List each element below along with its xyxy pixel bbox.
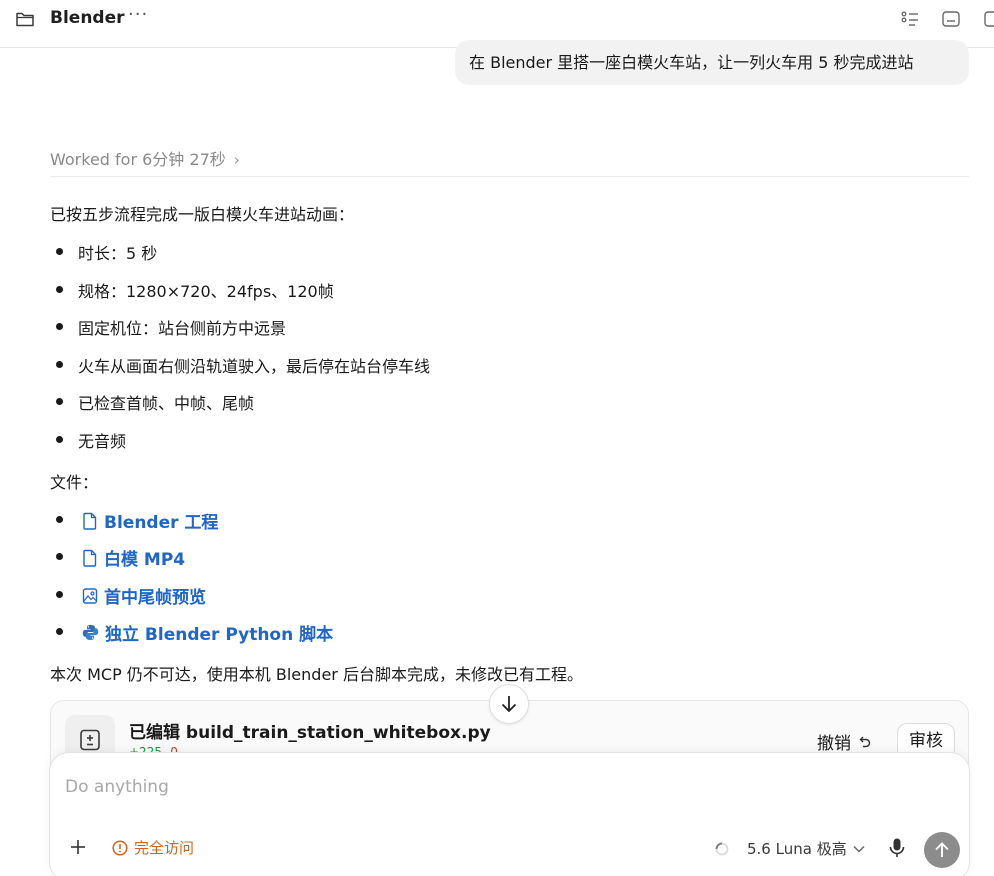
more-options-icon[interactable]: ···	[128, 4, 148, 25]
undo-button[interactable]: 撤销	[817, 729, 871, 754]
file-link-mp4[interactable]: 白模 MP4	[82, 545, 185, 570]
terminal-panel-icon[interactable]	[941, 10, 961, 28]
list-item: 规格：1280×720、24fps、120帧	[78, 282, 334, 301]
warning-circle-icon	[112, 839, 128, 856]
response-note: 本次 MCP 仍不可达，使用本机 Blender 后台脚本完成，未修改已有工程。	[50, 665, 583, 684]
file-link-label: 白模 MP4	[104, 550, 186, 570]
bullet-dot	[56, 516, 63, 523]
file-link-label: Blender 工程	[104, 513, 219, 533]
file-link-blender-project[interactable]: Blender 工程	[82, 508, 218, 533]
diff-file-icon	[80, 729, 100, 751]
model-label: 5.6 Luna 极高	[747, 840, 847, 858]
composer: 完全访问 5.6 Luna 极高	[49, 752, 970, 876]
undo-icon	[859, 736, 871, 747]
worked-for-label: Worked for 6分钟 27秒	[50, 150, 226, 169]
arrow-down-icon	[501, 696, 517, 713]
microphone-icon[interactable]	[888, 837, 906, 859]
list-item: 时长：5 秒	[78, 244, 158, 263]
list-item: 已检查首帧、中帧、尾帧	[78, 394, 255, 413]
bullet-dot	[56, 361, 63, 368]
bullet-dot	[56, 628, 63, 635]
file-link-label: 首中尾帧预览	[104, 588, 206, 608]
checklist-icon[interactable]	[900, 10, 920, 28]
response-intro: 已按五步流程完成一版白模火车进站动画：	[50, 205, 355, 224]
file-icon	[83, 512, 97, 530]
list-item: 固定机位：站台侧前方中远景	[78, 319, 287, 338]
list-item: 火车从画面右侧沿轨道驶入，最后停在站台停车线	[78, 357, 431, 376]
bullet-dot	[56, 323, 63, 330]
sidebar-panel-icon[interactable]	[983, 10, 994, 28]
loading-spinner-icon	[715, 842, 729, 856]
arrow-up-icon	[935, 842, 949, 857]
model-selector[interactable]: 5.6 Luna 极高	[747, 838, 865, 859]
app-window: Blender ··· 在 Blender 里搭一座白模火车站，让一列火车用 5…	[0, 0, 994, 876]
file-link-python-script[interactable]: 独立 Blender Python 脚本	[82, 620, 333, 645]
python-icon	[82, 625, 99, 640]
divider	[50, 176, 969, 177]
undo-label: 撤销	[817, 734, 851, 754]
access-mode-button[interactable]: 完全访问	[112, 837, 194, 858]
file-icon	[83, 549, 97, 567]
folder-icon[interactable]	[15, 10, 35, 28]
project-title[interactable]: Blender	[50, 8, 125, 28]
bullet-dot	[56, 248, 63, 255]
worked-for-toggle[interactable]: Worked for 6分钟 27秒 ›	[50, 146, 240, 170]
file-link-frame-preview[interactable]: 首中尾帧预览	[82, 583, 206, 608]
chevron-down-icon	[853, 845, 865, 853]
add-attachment-icon[interactable]	[68, 837, 88, 857]
file-link-label: 独立 Blender Python 脚本	[105, 625, 334, 645]
bullet-dot	[56, 398, 63, 405]
bullet-dot	[56, 591, 63, 598]
prompt-input[interactable]	[65, 775, 945, 799]
list-item: 无音频	[78, 432, 127, 451]
files-label: 文件：	[50, 473, 99, 492]
bullet-dot	[56, 553, 63, 560]
bullet-dot	[56, 436, 63, 443]
image-icon	[82, 587, 98, 604]
edited-file-title[interactable]: 已编辑 build_train_station_whitebox.py	[129, 718, 491, 743]
access-mode-label: 完全访问	[134, 839, 195, 857]
user-message: 在 Blender 里搭一座白模火车站，让一列火车用 5 秒完成进站	[455, 40, 969, 85]
bullet-dot	[56, 286, 63, 293]
chevron-right-icon: ›	[233, 151, 240, 169]
send-button[interactable]	[924, 832, 960, 868]
scroll-to-bottom-button[interactable]	[489, 684, 529, 724]
